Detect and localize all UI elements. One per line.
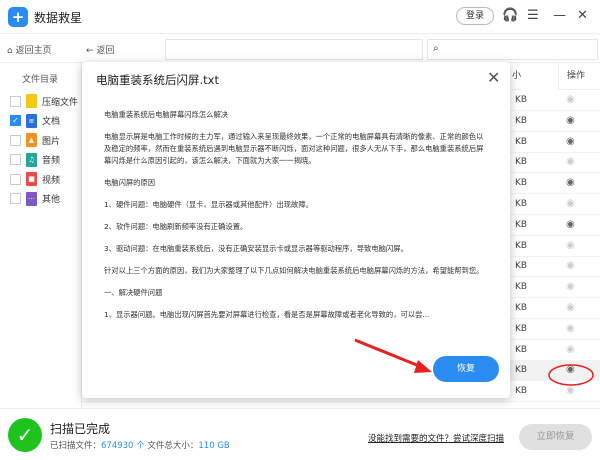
annotation-overlay [354,338,594,386]
scan-status: 扫描已完成 [50,422,111,436]
red-circle-annotation [548,364,594,386]
red-arrow-annotation [354,338,432,373]
scan-stats: 已扫描文件：674930 个 文件总大小：110 GB [50,441,230,451]
recover-now-button[interactable]: 立即恢复 [519,424,592,450]
check-icon: ✓ [8,418,42,452]
deep-scan-link[interactable]: 没能找到需要的文件？尝试深度扫描 [368,432,504,444]
